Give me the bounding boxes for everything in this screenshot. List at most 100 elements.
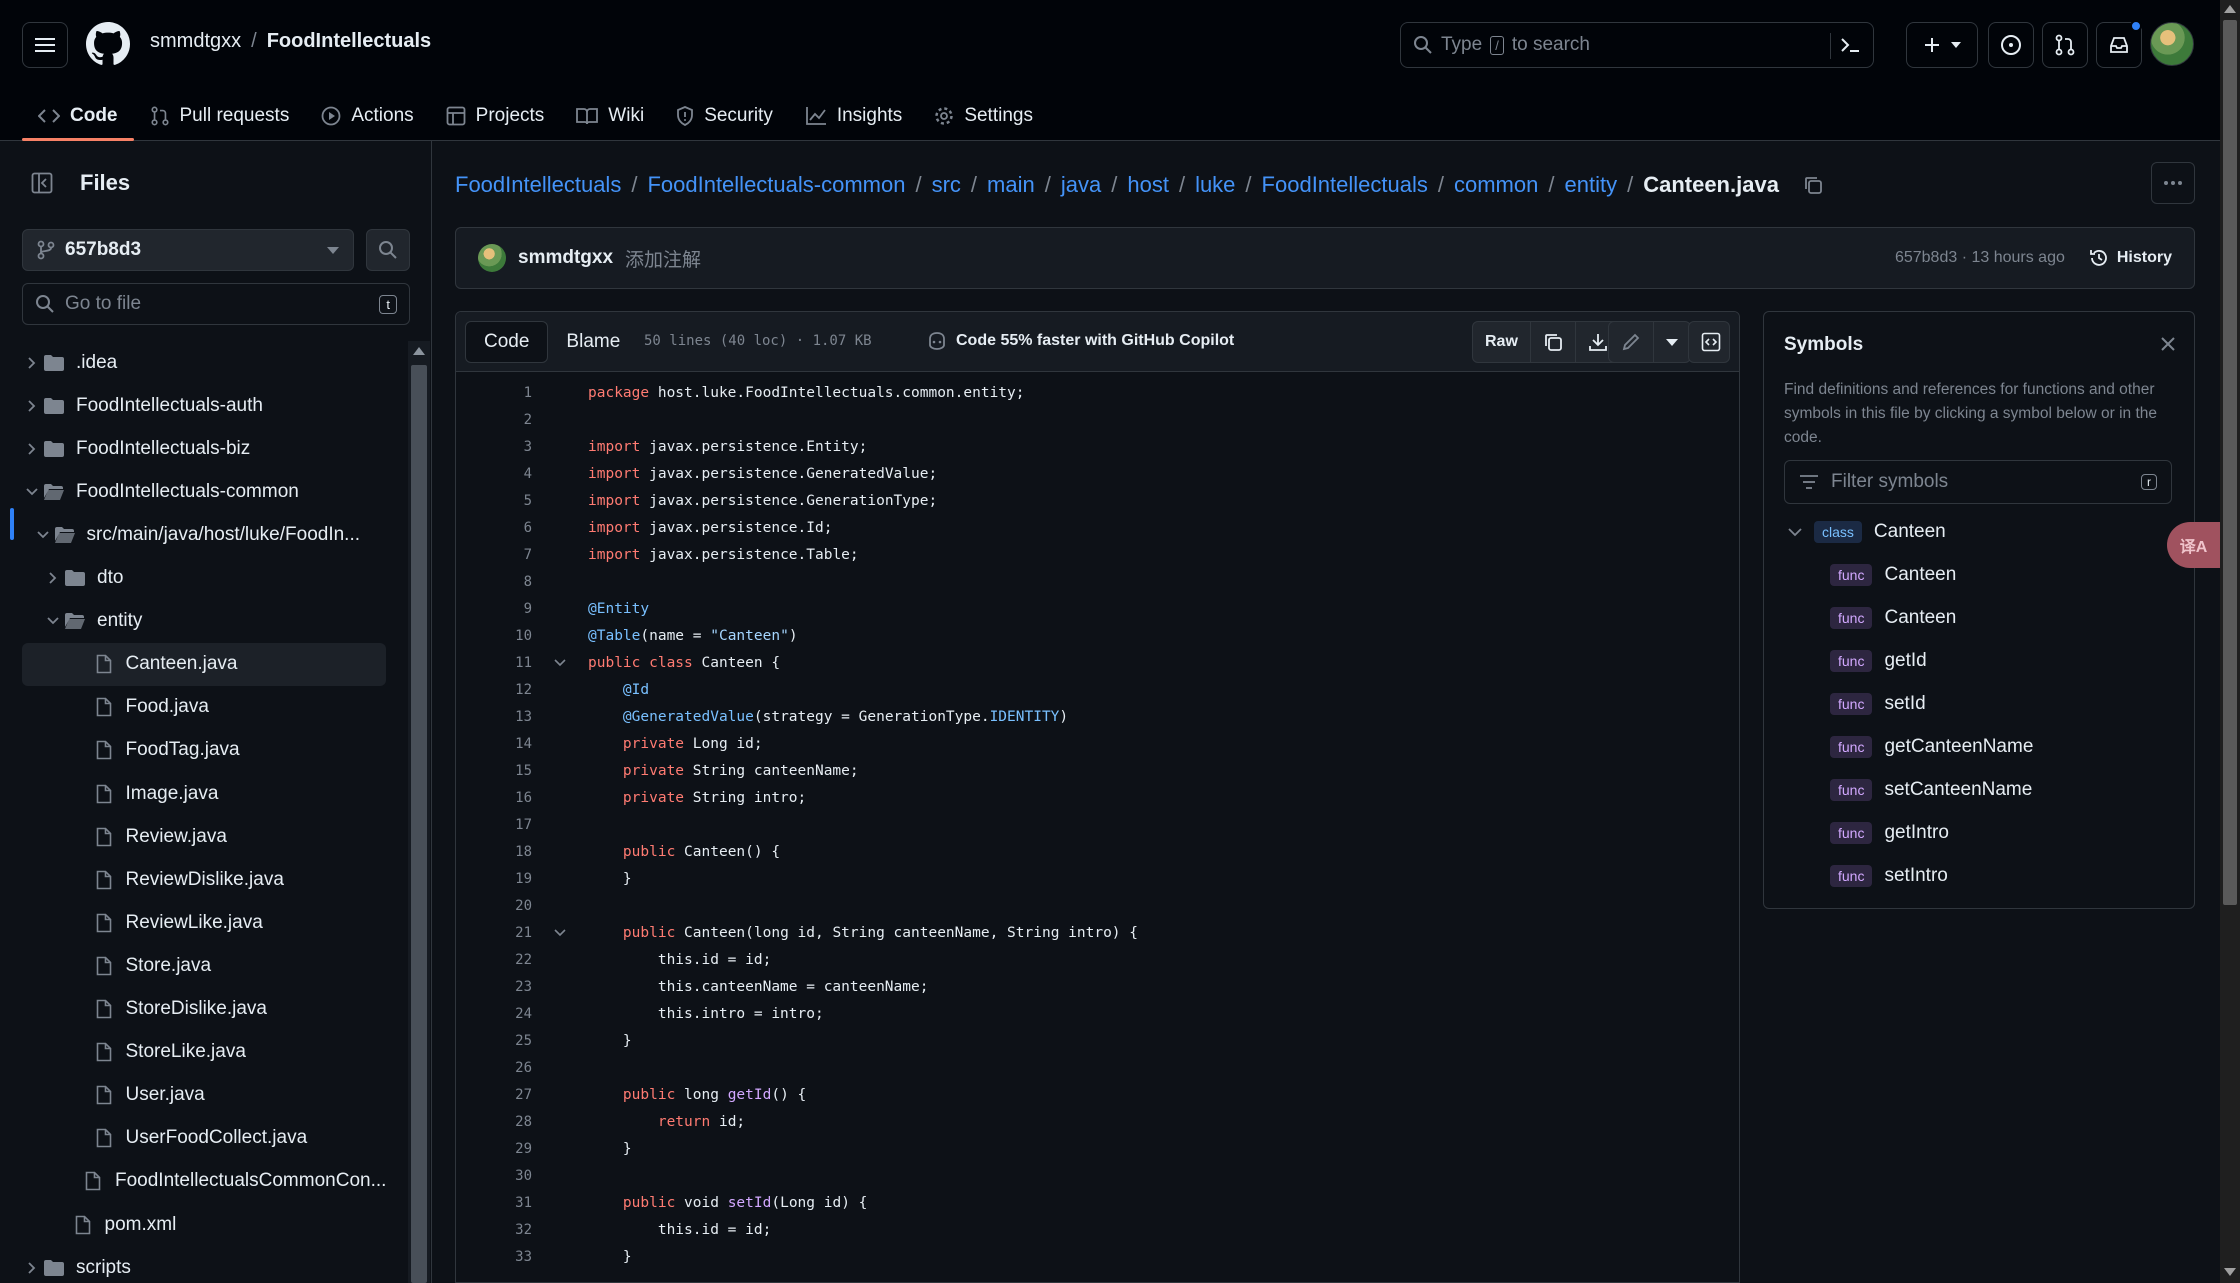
- tree-file[interactable]: Image.java: [22, 772, 386, 815]
- breadcrumb-link[interactable]: FoodIntellectuals: [455, 172, 621, 198]
- tree-toggle[interactable]: [43, 572, 63, 584]
- line-number[interactable]: 18: [456, 844, 532, 860]
- code-line[interactable]: 25 }: [456, 1027, 1739, 1054]
- code-line[interactable]: 24 this.intro = intro;: [456, 1000, 1739, 1027]
- symbol-func-getcanteenname[interactable]: func getCanteenName: [1830, 725, 2033, 768]
- line-number[interactable]: 29: [456, 1141, 532, 1157]
- code-line[interactable]: 29 }: [456, 1135, 1739, 1162]
- copy-path-button[interactable]: [1803, 175, 1823, 195]
- tree-folder[interactable]: FoodIntellectuals-common: [22, 470, 386, 513]
- line-number[interactable]: 24: [456, 1006, 532, 1022]
- commit-author[interactable]: smmdtgxx: [518, 247, 613, 269]
- code-line[interactable]: 31 public void setId(Long id) {: [456, 1189, 1739, 1216]
- line-number[interactable]: 33: [456, 1249, 532, 1265]
- tree-file[interactable]: Store.java: [22, 944, 386, 987]
- search-files-button[interactable]: [366, 229, 410, 271]
- tree-folder[interactable]: FoodIntellectuals-auth: [22, 384, 386, 427]
- repo-owner-link[interactable]: smmdtgxx: [150, 30, 241, 53]
- tab-actions[interactable]: Actions: [305, 90, 429, 141]
- collapse-sidebar-button[interactable]: [22, 163, 62, 203]
- menu-button[interactable]: [22, 22, 68, 68]
- issues-button[interactable]: [1988, 22, 2034, 68]
- tree-file[interactable]: Review.java: [22, 815, 386, 858]
- code-line[interactable]: 5 import javax.persistence.GenerationType…: [456, 487, 1739, 514]
- user-avatar[interactable]: [2150, 22, 2194, 66]
- tree-file[interactable]: FoodIntellectualsCommonCon...: [22, 1160, 386, 1203]
- tree-file[interactable]: StoreDislike.java: [22, 988, 386, 1031]
- blame-view-button[interactable]: Blame: [548, 321, 638, 363]
- line-number[interactable]: 23: [456, 979, 532, 995]
- code-line[interactable]: 27 public long getId() {: [456, 1081, 1739, 1108]
- scroll-up-arrow[interactable]: [2224, 5, 2236, 13]
- line-number[interactable]: 16: [456, 790, 532, 806]
- symbol-class-canteen[interactable]: class Canteen: [1788, 510, 1946, 553]
- tree-file[interactable]: StoreLike.java: [22, 1031, 386, 1074]
- line-number[interactable]: 5: [456, 493, 532, 509]
- tree-toggle[interactable]: [33, 531, 53, 539]
- scrollbar-thumb[interactable]: [2223, 20, 2237, 905]
- close-symbols-button[interactable]: [2160, 336, 2176, 352]
- commit-message[interactable]: 添加注解: [625, 245, 701, 272]
- tree-toggle[interactable]: [22, 356, 42, 369]
- line-number[interactable]: 15: [456, 763, 532, 779]
- line-number[interactable]: 32: [456, 1222, 532, 1238]
- tree-file[interactable]: FoodTag.java: [22, 729, 386, 772]
- line-number[interactable]: 28: [456, 1114, 532, 1130]
- tree-folder[interactable]: .idea: [22, 341, 386, 384]
- copy-raw-button[interactable]: [1531, 322, 1576, 362]
- breadcrumb-link[interactable]: entity: [1564, 172, 1617, 198]
- edit-file-button[interactable]: [1609, 322, 1654, 362]
- code-view-button[interactable]: Code: [465, 321, 549, 363]
- breadcrumb-link[interactable]: host: [1127, 172, 1169, 198]
- symbol-func-getid[interactable]: func getId: [1830, 639, 1927, 682]
- tree-file[interactable]: ReviewLike.java: [22, 901, 386, 944]
- tree-toggle[interactable]: [22, 399, 42, 412]
- code-line[interactable]: 22 this.id = id;: [456, 946, 1739, 973]
- commit-meta[interactable]: 657b8d3 · 13 hours ago: [1895, 249, 2065, 267]
- commit-author-avatar[interactable]: [478, 244, 506, 272]
- breadcrumb-link[interactable]: java: [1061, 172, 1101, 198]
- code-line[interactable]: 4 import javax.persistence.GeneratedValue…: [456, 460, 1739, 487]
- code-line[interactable]: 32 this.id = id;: [456, 1216, 1739, 1243]
- code-line[interactable]: 8: [456, 568, 1739, 595]
- breadcrumb-link[interactable]: src: [932, 172, 961, 198]
- github-logo[interactable]: [86, 22, 130, 66]
- tree-folder[interactable]: FoodIntellectuals-biz: [22, 427, 386, 470]
- filter-symbols-input[interactable]: Filter symbols r: [1784, 460, 2172, 504]
- line-number[interactable]: 26: [456, 1060, 532, 1076]
- breadcrumb-link[interactable]: common: [1454, 172, 1538, 198]
- code-line[interactable]: 3 import javax.persistence.Entity;: [456, 433, 1739, 460]
- code-line[interactable]: 20: [456, 892, 1739, 919]
- translate-extension-button[interactable]: 译A: [2167, 522, 2220, 568]
- tab-code[interactable]: Code: [22, 90, 134, 141]
- line-number[interactable]: 8: [456, 574, 532, 590]
- fold-gutter[interactable]: [532, 658, 588, 667]
- tree-file[interactable]: Canteen.java: [22, 642, 386, 686]
- tree-toggle[interactable]: [22, 488, 42, 496]
- line-number[interactable]: 6: [456, 520, 532, 536]
- code-line[interactable]: 14 private Long id;: [456, 730, 1739, 757]
- tree-toggle[interactable]: [43, 617, 63, 625]
- go-to-file-input[interactable]: Go to file t: [22, 283, 410, 325]
- tree-folder[interactable]: entity: [22, 600, 386, 643]
- symbol-func-canteen[interactable]: func Canteen: [1830, 553, 1956, 596]
- code-line[interactable]: 13 @GeneratedValue(strategy = Generation…: [456, 703, 1739, 730]
- fold-gutter[interactable]: [532, 928, 588, 937]
- tab-insights[interactable]: Insights: [789, 90, 918, 141]
- scrollbar-thumb[interactable]: [411, 365, 427, 1283]
- line-number[interactable]: 3: [456, 439, 532, 455]
- line-number[interactable]: 1: [456, 385, 532, 401]
- code-line[interactable]: 17: [456, 811, 1739, 838]
- tree-file[interactable]: pom.xml: [22, 1203, 386, 1246]
- more-options-button[interactable]: [2151, 162, 2195, 204]
- code-line[interactable]: 23 this.canteenName = canteenName;: [456, 973, 1739, 1000]
- code-line[interactable]: 2: [456, 406, 1739, 433]
- code-line[interactable]: 28 return id;: [456, 1108, 1739, 1135]
- line-number[interactable]: 12: [456, 682, 532, 698]
- tree-folder[interactable]: src/main/java/host/luke/FoodIn...: [22, 513, 386, 556]
- symbol-func-canteen[interactable]: func Canteen: [1830, 596, 1956, 639]
- line-number[interactable]: 17: [456, 817, 532, 833]
- edit-dropdown-button[interactable]: [1654, 322, 1690, 362]
- code-line[interactable]: 18 public Canteen() {: [456, 838, 1739, 865]
- line-number[interactable]: 7: [456, 547, 532, 563]
